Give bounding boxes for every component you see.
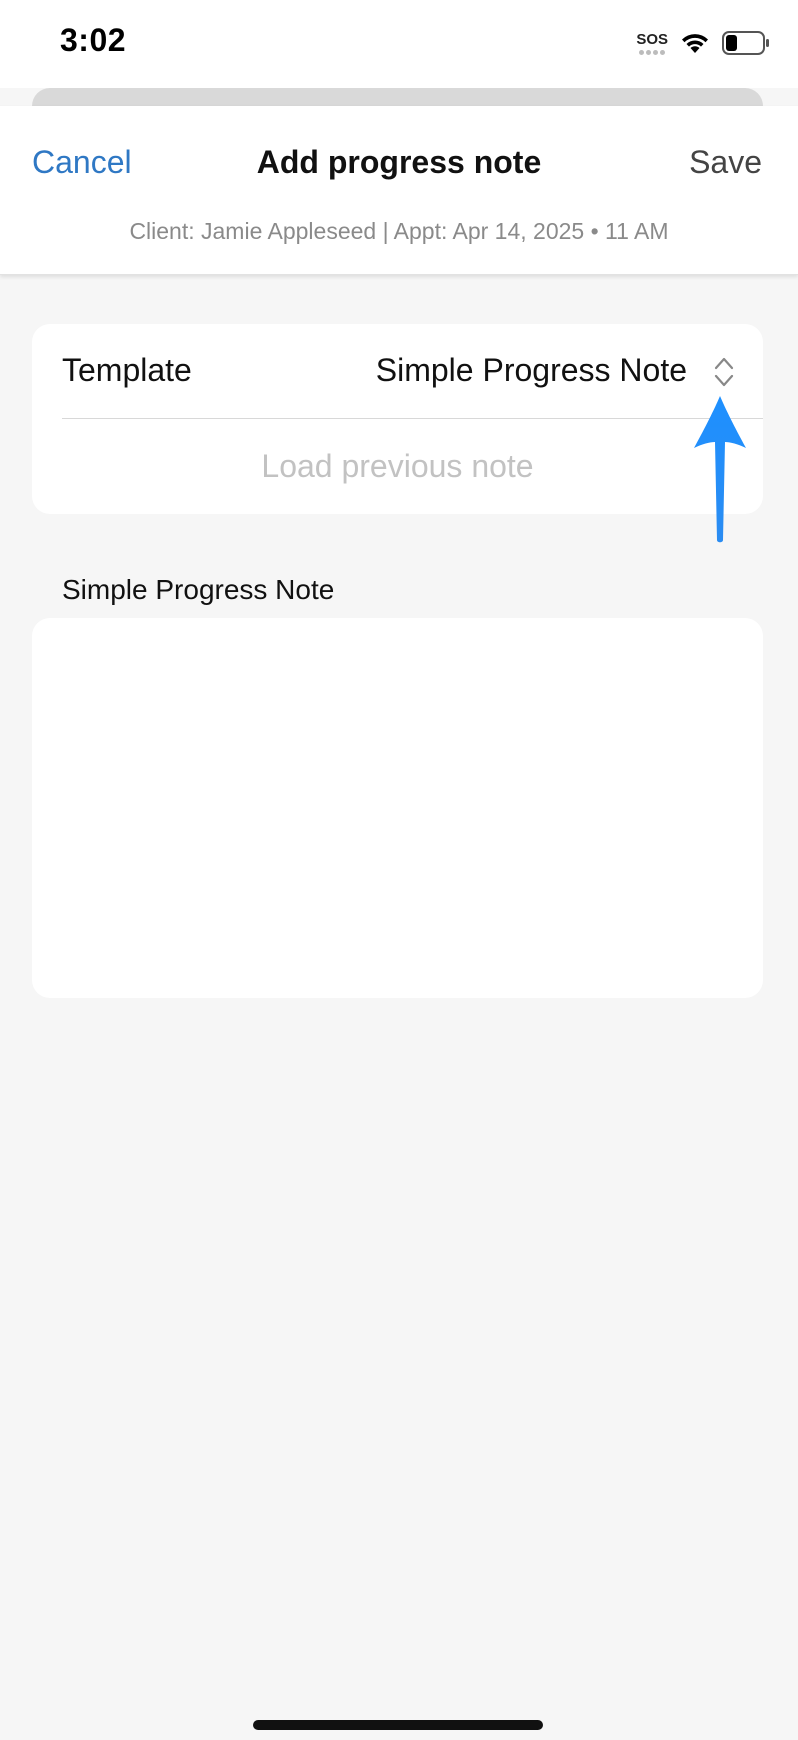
wifi-icon bbox=[682, 34, 708, 53]
note-section-label: Simple Progress Note bbox=[62, 574, 335, 605]
sos-icon: SOS bbox=[636, 32, 668, 55]
status-bar: 3:02 SOS bbox=[0, 0, 798, 88]
sos-label: SOS bbox=[636, 30, 668, 48]
status-time: 3:02 bbox=[60, 22, 127, 58]
template-card: Template Simple Progress Note Load previ… bbox=[32, 324, 763, 514]
sheet-header: Cancel Add progress note Save Client: Ja… bbox=[0, 106, 798, 275]
appointment-subtitle: Client: Jamie Appleseed | Appt: Apr 14, … bbox=[129, 218, 669, 244]
template-label: Template bbox=[62, 352, 192, 388]
chevron-up-down-icon[interactable] bbox=[713, 354, 735, 390]
save-button[interactable]: Save bbox=[689, 144, 762, 181]
sos-signal-dots bbox=[639, 49, 666, 55]
progress-note-textarea[interactable] bbox=[32, 618, 763, 998]
home-indicator[interactable] bbox=[253, 1720, 543, 1730]
template-selector[interactable]: Template Simple Progress Note bbox=[32, 324, 763, 418]
battery-icon bbox=[722, 31, 769, 55]
load-previous-note-button[interactable]: Load previous note bbox=[32, 418, 763, 514]
app-screen: 3:02 SOS Cancel Add progress note Save C… bbox=[0, 0, 798, 1740]
template-value: Simple Progress Note bbox=[375, 352, 687, 388]
cancel-button[interactable]: Cancel bbox=[32, 144, 132, 181]
up-arrow-icon bbox=[694, 396, 746, 543]
status-icons: SOS bbox=[636, 26, 770, 60]
